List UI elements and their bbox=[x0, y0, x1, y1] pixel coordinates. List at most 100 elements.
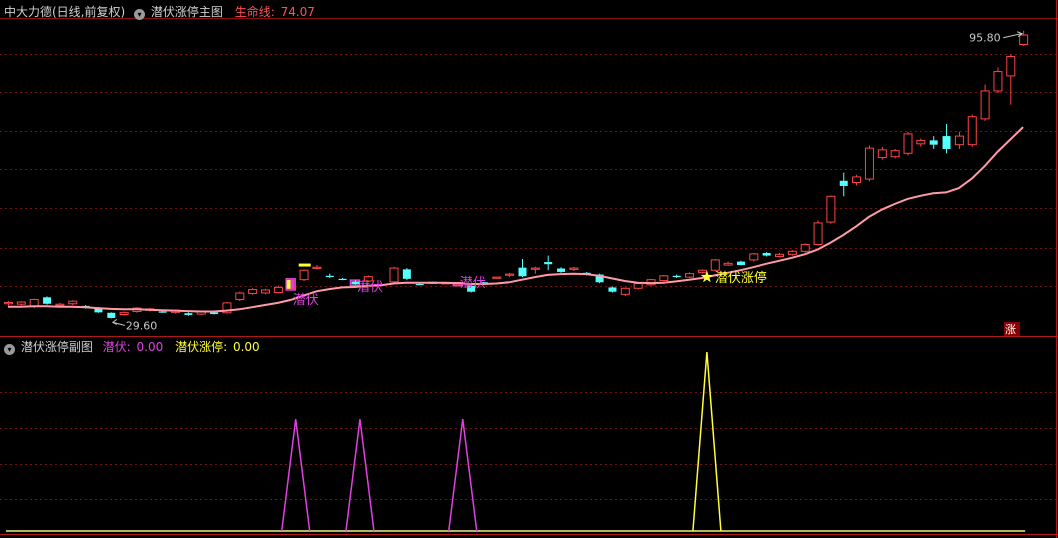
candle-body-down bbox=[672, 275, 681, 278]
candle-body-up bbox=[119, 311, 129, 316]
candle bbox=[43, 296, 52, 305]
stock-title[interactable]: 中大力德(日线,前复权) bbox=[4, 5, 125, 19]
candle-body-up bbox=[659, 275, 669, 282]
candle-body-up bbox=[1006, 56, 1016, 77]
candle-body-up bbox=[697, 269, 707, 273]
candle-body-down bbox=[518, 267, 527, 277]
candle-body-down bbox=[608, 287, 617, 292]
life-line-value: 74.07 bbox=[280, 5, 315, 19]
candle bbox=[222, 302, 232, 314]
zhangting-value: 0.00 bbox=[232, 340, 260, 354]
candle-body-down bbox=[929, 140, 938, 145]
candle bbox=[967, 114, 977, 147]
candle-body-down bbox=[43, 297, 52, 304]
candle-body-up bbox=[492, 276, 502, 279]
candle-body-up bbox=[916, 139, 926, 145]
candle-body-up bbox=[55, 303, 65, 306]
candle-body-down bbox=[158, 311, 167, 313]
candle bbox=[107, 312, 116, 319]
candle-body-up bbox=[312, 266, 322, 269]
main-chart-header: 中大力德(日线,前复权) ▾ 潜伏涨停主图 生命线: 74.07 bbox=[4, 3, 317, 21]
candle-body-up bbox=[685, 273, 695, 278]
candle-body-up bbox=[16, 301, 26, 305]
zhangting-signal-label: 潜伏涨停 bbox=[715, 270, 767, 286]
candle bbox=[402, 268, 411, 281]
candle-body-down bbox=[338, 278, 347, 281]
candle-body-up bbox=[723, 262, 733, 266]
candle bbox=[389, 266, 399, 284]
sub-chart-header: ▾ 潜伏涨停副图 潜伏: 0.00 潜伏涨停: 0.00 bbox=[4, 338, 262, 356]
candle-body-up bbox=[967, 116, 977, 146]
candle-body-up bbox=[569, 267, 579, 270]
candle bbox=[993, 67, 1003, 94]
high-price-label: 95.80 bbox=[969, 32, 1001, 45]
qianfu-text-label: 潜伏 bbox=[357, 280, 383, 295]
candle bbox=[608, 286, 617, 293]
candle bbox=[864, 145, 874, 182]
candle-body-up bbox=[1019, 34, 1029, 46]
candle-body-up bbox=[235, 292, 245, 300]
candle-body-up bbox=[993, 71, 1003, 92]
candle bbox=[826, 195, 836, 224]
candle-body-up bbox=[4, 301, 13, 305]
candle-body-up bbox=[505, 273, 515, 276]
candle-body-down bbox=[736, 261, 745, 266]
qianfu-highlight-bar bbox=[290, 280, 295, 289]
kline-chart[interactable]: 潜伏潜伏 潜伏 潜伏涨停95.8029.60 涨 bbox=[0, 0, 1058, 538]
candle bbox=[248, 288, 258, 295]
candle bbox=[299, 269, 309, 281]
main-indicator-name[interactable]: 潜伏涨停主图 bbox=[151, 5, 223, 19]
candle-body-down bbox=[557, 268, 566, 272]
candle-body-up bbox=[826, 195, 836, 223]
candle-body-up bbox=[261, 289, 270, 294]
candle bbox=[710, 259, 720, 272]
candle bbox=[235, 291, 245, 302]
qianfu-label: 潜伏: bbox=[102, 340, 131, 354]
candle bbox=[685, 272, 695, 278]
candle-body-up bbox=[877, 149, 887, 159]
candle-body-up bbox=[852, 176, 862, 184]
sub-indicator-name[interactable]: 潜伏涨停副图 bbox=[21, 340, 93, 354]
candle bbox=[813, 220, 823, 246]
candle-body-up bbox=[864, 147, 874, 180]
candle-body-down bbox=[544, 262, 553, 265]
life-line-label: 生命线: bbox=[234, 5, 275, 19]
candle-body-up bbox=[980, 90, 990, 120]
chevron-down-icon[interactable]: ▾ bbox=[134, 9, 146, 20]
candle-body-up bbox=[954, 135, 964, 146]
candle-body-down bbox=[839, 180, 848, 186]
candle bbox=[800, 243, 810, 253]
chevron-down-icon[interactable]: ▾ bbox=[4, 344, 15, 355]
candle bbox=[787, 250, 797, 256]
candle-body-down bbox=[210, 312, 219, 315]
candle-body-down bbox=[184, 313, 193, 315]
candle-body-up bbox=[903, 133, 913, 154]
candle bbox=[492, 276, 502, 279]
qianfu-text-label: 潜伏 bbox=[293, 293, 319, 308]
candle bbox=[261, 288, 270, 295]
candle-body-up bbox=[273, 286, 283, 294]
low-price-label: 29.60 bbox=[126, 319, 158, 332]
candle-body-up bbox=[813, 222, 823, 245]
candle-body-up bbox=[890, 150, 900, 158]
qianfu-highlight-bar bbox=[286, 280, 291, 289]
candle-body-up bbox=[787, 250, 797, 255]
candle bbox=[620, 287, 630, 297]
candle-body-down bbox=[415, 283, 424, 286]
candle-body-up bbox=[530, 267, 540, 270]
zhang-badge: 涨 bbox=[1004, 322, 1020, 336]
candle-body-up bbox=[800, 243, 810, 252]
candle-body-up bbox=[299, 269, 309, 281]
candle-body-down bbox=[107, 312, 116, 318]
candle-body-up bbox=[775, 253, 784, 257]
zhang-badge-text: 涨 bbox=[1005, 323, 1016, 336]
zhangting-label: 潜伏涨停: bbox=[175, 340, 228, 354]
candle-body-up bbox=[633, 283, 643, 289]
candle bbox=[903, 131, 913, 156]
candle-body-up bbox=[749, 253, 759, 261]
candle-body-down bbox=[402, 269, 411, 279]
candle-body-up bbox=[248, 289, 258, 294]
candle bbox=[890, 148, 900, 159]
chart-background bbox=[0, 0, 1058, 538]
candle-body-up bbox=[389, 267, 399, 283]
